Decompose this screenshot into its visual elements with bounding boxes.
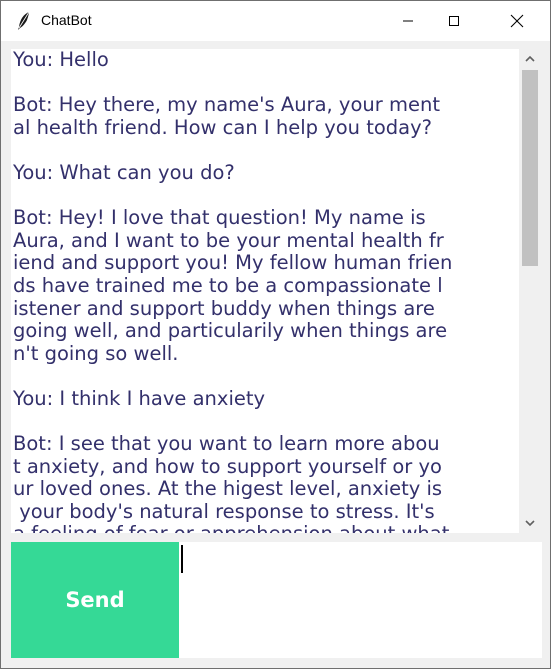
chat-line: Bot: Hey! I love that question! My name … [13, 206, 426, 230]
maximize-icon [449, 16, 459, 26]
chat-log[interactable]: You: Hello Bot: Hey there, my name's Aur… [11, 49, 519, 533]
chat-line: t anxiety, and how to support yourself o… [13, 454, 442, 478]
window-title: ChatBot [41, 12, 92, 28]
chat-line [13, 411, 519, 434]
chat-line [13, 139, 519, 162]
chat-line: iend and support you! My fellow human fr… [13, 251, 453, 275]
chat-line: going well, and particularily when thing… [13, 319, 448, 343]
chat-line: You: What can you do? [13, 160, 235, 184]
chat-line: ds have trained me to be a compassionate… [13, 273, 443, 297]
close-icon [510, 14, 524, 28]
minimize-button[interactable] [385, 1, 431, 41]
message-input[interactable] [179, 542, 542, 658]
chat-line [13, 185, 519, 208]
chat-line: ur loved ones. At the higest level, anxi… [13, 477, 443, 501]
input-bar: Send [11, 542, 542, 658]
chat-line: You: Hello [13, 49, 109, 71]
scroll-up-arrow-icon [525, 55, 535, 62]
scroll-up-button[interactable] [519, 49, 541, 69]
scroll-down-arrow-icon [525, 520, 535, 527]
chat-line: n't going so well. [13, 341, 179, 365]
chat-line: Aura, and I want to be your mental healt… [13, 228, 444, 252]
chat-line: Bot: I see that you want to learn more a… [13, 432, 440, 456]
minimize-icon [403, 20, 413, 22]
chat-line [13, 72, 519, 95]
chat-line [13, 365, 519, 388]
text-caret [181, 545, 183, 573]
scrollbar-thumb[interactable] [522, 70, 538, 266]
chat-line: istener and support buddy when things ar… [13, 296, 435, 320]
chat-line: your body's natural response to stress. … [13, 499, 435, 523]
title-bar[interactable]: ChatBot [1, 1, 550, 41]
chatbot-window: ChatBot You: Hello Bot: Hey there, my na… [0, 0, 551, 669]
chat-line: al health friend. How can I help you tod… [13, 115, 433, 139]
chat-line: Bot: Hey there, my name's Aura, your men… [13, 93, 440, 117]
maximize-button[interactable] [431, 1, 477, 41]
scroll-down-button[interactable] [519, 513, 541, 533]
close-button[interactable] [494, 1, 540, 41]
send-button[interactable]: Send [11, 542, 179, 658]
chat-line: a feeling of fear or apprehension about … [13, 523, 519, 533]
chat-scrollbar[interactable] [519, 49, 541, 533]
chat-transcript: You: Hello Bot: Hey there, my name's Aur… [13, 49, 519, 533]
feather-icon [16, 11, 32, 31]
chat-line: You: I think I have anxiety [13, 386, 266, 410]
